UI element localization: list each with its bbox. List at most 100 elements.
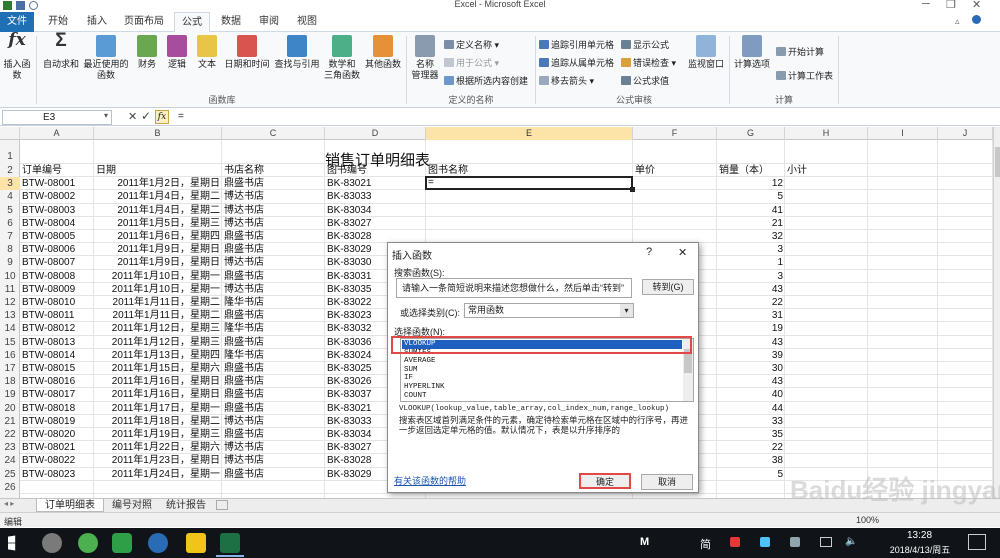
trace-precedents-button[interactable]: 追踪引用单元格	[539, 38, 614, 51]
date-cell[interactable]: 2011年1月9日，星期日	[96, 243, 220, 256]
name-manager-button[interactable]: 名称 管理器	[409, 35, 441, 81]
order-id-cell[interactable]: BTW-08005	[22, 230, 94, 243]
calc-options-button[interactable]: 计算选项	[732, 35, 772, 70]
store-cell[interactable]: 隆华书店	[224, 349, 324, 362]
header-cell[interactable]: 日期	[96, 164, 116, 177]
order-id-cell[interactable]: BTW-08002	[22, 190, 94, 203]
order-id-cell[interactable]: BTW-08015	[22, 362, 94, 375]
trace-dependents-button[interactable]: 追踪从属单元格	[539, 56, 614, 69]
quantity-cell[interactable]: 40	[717, 388, 783, 401]
error-checking-button[interactable]: 错误检查 ▾	[621, 56, 676, 69]
calculate-sheet-button[interactable]: 计算工作表	[776, 69, 833, 82]
quantity-cell[interactable]: 3	[717, 243, 783, 256]
quantity-cell[interactable]: 35	[717, 428, 783, 441]
function-item[interactable]: HYPERLINK	[402, 383, 682, 392]
row-header[interactable]: 16	[0, 349, 20, 362]
windows-start-icon[interactable]	[8, 535, 16, 551]
row-header[interactable]: 4	[0, 190, 20, 203]
tab-insert[interactable]: 插入	[80, 12, 114, 32]
date-cell[interactable]: 2011年1月13日，星期四	[96, 349, 220, 362]
column-header[interactable]: I	[868, 127, 938, 140]
create-from-selection-button[interactable]: 根据所选内容创建	[444, 74, 528, 87]
tab-formulas[interactable]: 公式	[174, 12, 210, 33]
insert-function-fx-icon[interactable]: fx	[155, 110, 169, 124]
date-cell[interactable]: 2011年1月9日，星期日	[96, 256, 220, 269]
ime-indicator[interactable]: 简	[700, 536, 711, 552]
name-box[interactable]: E3	[2, 110, 112, 125]
battery-icon[interactable]	[820, 537, 832, 547]
dialog-close-button[interactable]: ✕	[678, 246, 687, 259]
header-cell[interactable]: 图书编号	[327, 164, 367, 177]
header-cell[interactable]: 销量（本）	[719, 164, 769, 177]
order-id-cell[interactable]: BTW-08018	[22, 402, 94, 415]
tab-home[interactable]: 开始	[40, 12, 76, 32]
store-cell[interactable]: 博达书店	[224, 454, 324, 467]
order-id-cell[interactable]: BTW-08021	[22, 441, 94, 454]
row-header[interactable]: 18	[0, 375, 20, 388]
order-id-cell[interactable]: BTW-08012	[22, 322, 94, 335]
quantity-cell[interactable]: 22	[717, 441, 783, 454]
category-dropdown-icon[interactable]: ▾	[620, 304, 633, 317]
ok-button[interactable]: 确定	[579, 473, 631, 489]
date-cell[interactable]: 2011年1月11日，星期二	[96, 296, 220, 309]
header-cell[interactable]: 订单编号	[22, 164, 62, 177]
cancel-entry-icon[interactable]: ✕	[128, 110, 137, 123]
define-name-button[interactable]: 定义名称 ▾	[444, 38, 499, 51]
date-cell[interactable]: 2011年1月10日，星期一	[96, 283, 220, 296]
order-id-cell[interactable]: BTW-08020	[22, 428, 94, 441]
column-header[interactable]: A	[20, 127, 94, 140]
store-cell[interactable]: 鼎盛书店	[224, 375, 324, 388]
tray-icon[interactable]	[730, 537, 740, 547]
restore-icon[interactable]: ❐	[946, 0, 956, 11]
quantity-cell[interactable]: 21	[717, 217, 783, 230]
tab-file[interactable]: 文件	[0, 12, 34, 32]
help-icon[interactable]	[972, 15, 981, 24]
quantity-cell[interactable]: 30	[717, 362, 783, 375]
header-cell[interactable]: 小计	[787, 164, 807, 177]
date-cell[interactable]: 2011年1月12日，星期三	[96, 322, 220, 335]
use-in-formula-button[interactable]: 用于公式 ▾	[444, 56, 499, 69]
store-cell[interactable]: 博达书店	[224, 190, 324, 203]
order-id-cell[interactable]: BTW-08004	[22, 217, 94, 230]
row-header[interactable]: 23	[0, 441, 20, 454]
calculate-now-button[interactable]: 开始计算	[776, 45, 824, 58]
show-formulas-button[interactable]: 显示公式	[621, 38, 669, 51]
date-cell[interactable]: 2011年1月5日，星期三	[96, 217, 220, 230]
store-cell[interactable]: 隆华书店	[224, 322, 324, 335]
row-header[interactable]: 3	[0, 177, 20, 191]
clock-time[interactable]: 13:28	[882, 530, 957, 541]
date-cell[interactable]: 2011年1月6日，星期四	[96, 230, 220, 243]
row-header[interactable]: 24	[0, 454, 20, 467]
ribbon-minimize-icon[interactable]: ▵	[955, 16, 960, 27]
active-cell-e3[interactable]: =	[425, 176, 633, 191]
search-icon[interactable]	[42, 533, 62, 553]
quantity-cell[interactable]: 39	[717, 349, 783, 362]
folder-icon[interactable]	[186, 533, 206, 553]
sheet-tab[interactable]: 编号对照	[106, 499, 158, 512]
tray-icon[interactable]	[790, 537, 800, 547]
column-header[interactable]: F	[633, 127, 717, 140]
row-header[interactable]: 5	[0, 204, 20, 217]
quantity-cell[interactable]: 38	[717, 454, 783, 467]
tab-page-layout[interactable]: 页面布局	[118, 12, 170, 32]
quantity-cell[interactable]: 32	[717, 230, 783, 243]
column-header[interactable]: C	[222, 127, 325, 140]
function-item[interactable]: COUNT	[402, 392, 682, 401]
store-cell[interactable]: 鼎盛书店	[224, 243, 324, 256]
dialog-help-button[interactable]: ?	[646, 246, 652, 258]
row-header[interactable]: 20	[0, 402, 20, 415]
header-cell[interactable]: 图书名称	[428, 164, 468, 177]
formula-input[interactable]: =	[178, 111, 184, 122]
date-cell[interactable]: 2011年1月16日，星期日	[96, 375, 220, 388]
date-cell[interactable]: 2011年1月12日，星期三	[96, 336, 220, 349]
row-header[interactable]: 8	[0, 243, 20, 256]
quantity-cell[interactable]: 19	[717, 322, 783, 335]
tab-view[interactable]: 视图	[290, 12, 324, 32]
date-cell[interactable]: 2011年1月22日，星期六	[96, 441, 220, 454]
column-header[interactable]: E	[426, 127, 633, 140]
insert-function-button[interactable]: fx 插入函数	[0, 32, 34, 81]
help-link[interactable]: 有关该函数的帮助	[394, 474, 466, 487]
evaluate-formula-button[interactable]: 公式求值	[621, 74, 669, 87]
row-header[interactable]: 25	[0, 468, 20, 481]
watch-window-button[interactable]: 监视窗口	[686, 35, 726, 70]
